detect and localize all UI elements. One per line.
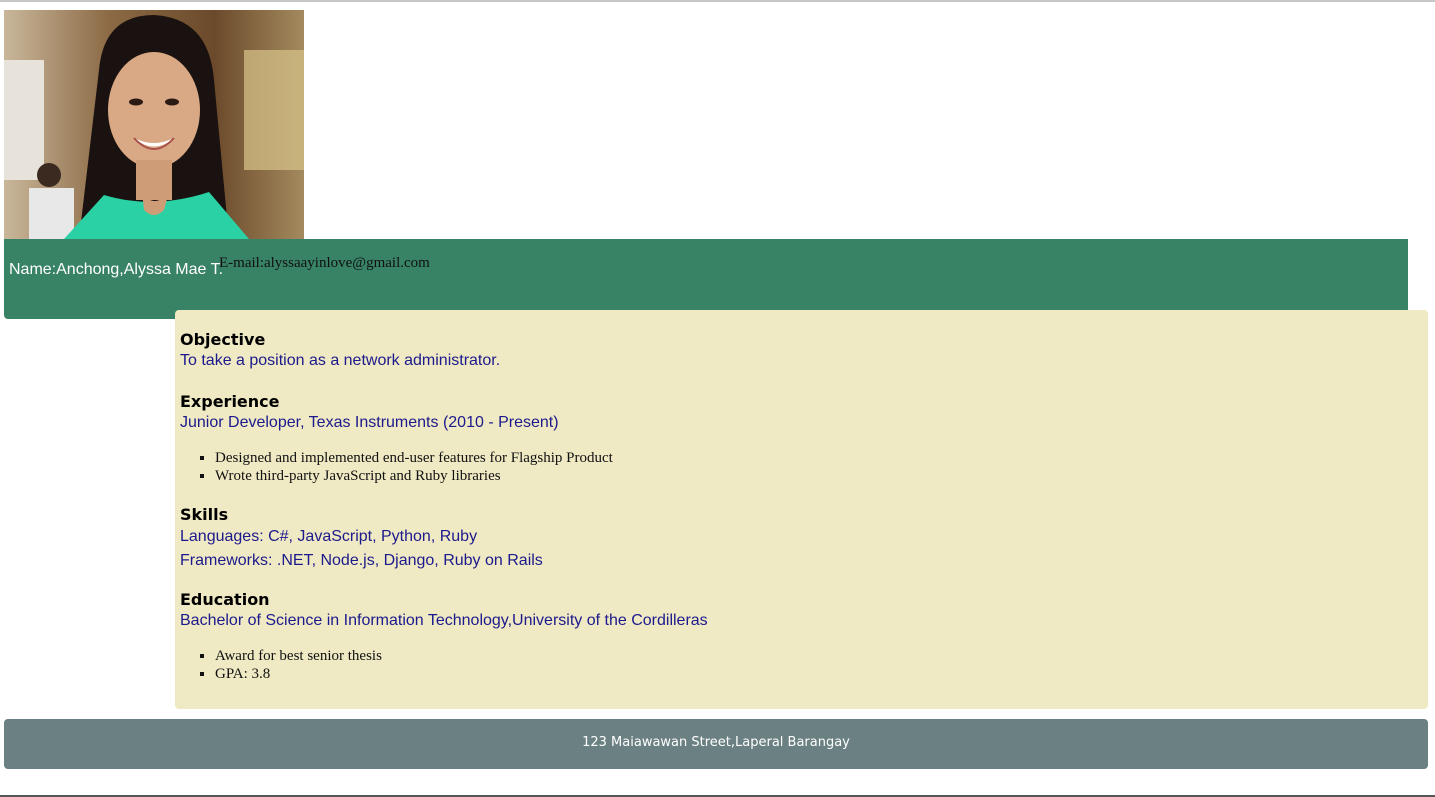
objective-text: To take a position as a network administ… [180, 352, 501, 369]
education-list: Award for best senior thesis GPA: 3.8 [180, 647, 1420, 683]
experience-heading: Experience [180, 392, 280, 411]
list-item: Award for best senior thesis [215, 647, 1420, 665]
email-label: E-mail:alyssaayinlove@gmail.com [219, 255, 430, 271]
experience-role: Junior Developer, Texas Instruments (201… [180, 414, 559, 431]
list-item: GPA: 3.8 [215, 665, 1420, 683]
top-divider [0, 0, 1435, 2]
resume-content: Objective To take a position as a networ… [175, 310, 1428, 709]
profile-photo [4, 10, 304, 239]
contact-header: Name:Anchong,Alyssa Mae T. E-mail:alyssa… [4, 239, 1408, 319]
skills-frameworks: Frameworks: .NET, Node.js, Django, Ruby … [180, 552, 543, 569]
skills-heading: Skills [180, 505, 229, 524]
name-label: Name:Anchong,Alyssa Mae T. [9, 261, 224, 278]
objective-heading: Objective [180, 330, 266, 349]
footer: 123 Maiawawan Street,Laperal Barangay [4, 719, 1428, 769]
education-heading: Education [180, 590, 270, 609]
skills-languages: Languages: C#, JavaScript, Python, Ruby [180, 528, 478, 545]
experience-list: Designed and implemented end-user featur… [180, 449, 1420, 485]
footer-address: 123 Maiawawan Street,Laperal Barangay [582, 735, 850, 750]
list-item: Designed and implemented end-user featur… [215, 449, 1420, 467]
education-degree: Bachelor of Science in Information Techn… [180, 612, 708, 629]
list-item: Wrote third-party JavaScript and Ruby li… [215, 467, 1420, 485]
